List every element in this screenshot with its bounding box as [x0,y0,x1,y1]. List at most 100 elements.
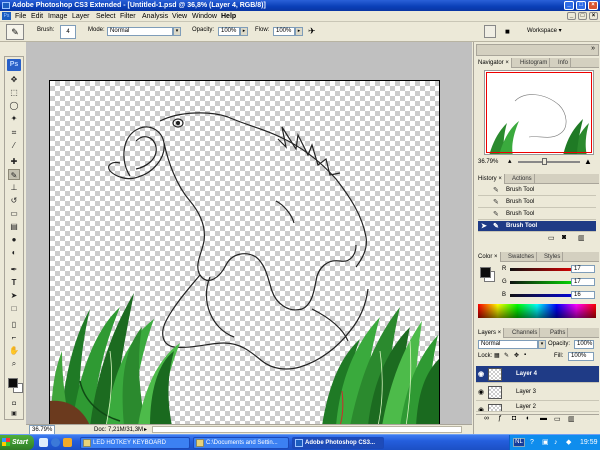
menu-select[interactable]: Select [96,11,115,22]
tab-channels[interactable]: Channels [510,328,541,338]
zoom-tool-icon[interactable]: ⌕ [8,358,20,369]
fill-input[interactable]: 100% [568,352,594,361]
eye-icon[interactable]: ◉ [478,384,486,401]
airbrush-icon[interactable]: ✈ [308,26,316,37]
quicklaunch-desktop-icon[interactable] [39,438,48,447]
type-tool-icon[interactable]: T [8,277,20,288]
bridge-icon[interactable]: ■ [505,25,519,38]
task-button[interactable]: C:\Documents and Settin... [193,437,289,449]
tab-paths[interactable]: Paths [548,328,569,338]
crop-tool-icon[interactable]: ⌗ [8,127,20,138]
color-spectrum-bar[interactable] [478,304,596,318]
zoom-out-icon[interactable]: ▴ [508,157,512,165]
foreground-color-swatch[interactable] [8,378,18,388]
tab-navigator[interactable]: Navigator × [476,58,512,68]
brush-tool-icon[interactable]: ✎ [8,169,20,180]
history-brush-tool-icon[interactable]: ↺ [8,195,20,206]
navigator-zoom-thumb[interactable] [542,158,547,165]
status-menu-arrow-icon[interactable]: ▸ [144,426,147,434]
eraser-tool-icon[interactable]: ▭ [8,208,20,219]
navigator-preview[interactable] [484,70,594,155]
task-button-active[interactable]: Adobe Photoshop CS3... [292,437,384,449]
snapshot-icon[interactable]: ◙ [562,234,566,241]
b-value[interactable]: 16 [571,291,595,299]
navigator-zoom-slider[interactable] [518,161,580,163]
pen-tool-icon[interactable]: ✒ [8,264,20,275]
layer-opacity-input[interactable]: 100% [574,340,594,349]
clock[interactable]: 19:59 [580,435,598,450]
security-tray-icon[interactable]: ◆ [566,435,571,450]
doc-restore-button[interactable]: □ [578,12,587,20]
flow-input[interactable]: 100% [273,27,295,36]
menu-image[interactable]: Image [48,11,67,22]
tab-info[interactable]: Info [556,58,572,68]
menu-help[interactable]: Help [221,11,236,22]
tool-preset-brush-icon[interactable]: ✎ [6,24,24,40]
menu-layer[interactable]: Layer [72,11,90,22]
menu-edit[interactable]: Edit [31,11,43,22]
eye-icon[interactable]: ◉ [478,402,486,411]
screen-mode-icon[interactable]: ▣ [8,409,20,420]
close-button[interactable]: × [588,1,598,10]
tab-swatches[interactable]: Swatches [506,252,538,262]
lasso-tool-icon[interactable]: ◯ [8,100,20,111]
color-fg-swatch[interactable] [480,267,491,278]
layer-row[interactable]: ◉ Layer 3 [476,384,599,401]
layer-style-icon[interactable]: ƒ [498,415,502,422]
delete-layer-icon[interactable]: ▥ [568,415,575,423]
menu-view[interactable]: View [172,11,187,22]
lock-position-icon[interactable]: ✥ [514,352,519,359]
workspace-menu[interactable]: Workspace ▾ [527,27,562,34]
blur-tool-icon[interactable]: ● [8,234,20,245]
network-tray-icon[interactable]: ▣ [542,435,549,450]
minimize-button[interactable]: _ [564,1,574,10]
quicklaunch-ie-icon[interactable] [51,438,60,447]
volume-tray-icon[interactable]: ♪ [554,435,558,450]
marquee-tool-icon[interactable]: ⬚ [8,87,20,98]
eye-icon[interactable]: ◉ [478,366,486,383]
tab-styles[interactable]: Styles [542,252,564,262]
menu-filter[interactable]: Filter [120,11,136,22]
menu-window[interactable]: Window [192,11,217,22]
r-value[interactable]: 17 [571,265,595,273]
navigator-view-box[interactable] [486,72,592,153]
help-tray-icon[interactable]: ? [530,435,534,450]
tab-history[interactable]: History × [476,174,505,184]
healing-brush-tool-icon[interactable]: ✚ [8,156,20,167]
new-group-icon[interactable]: ▬ [540,415,547,422]
layer-row-selected[interactable]: ◉ Layer 4 [476,366,599,383]
history-item[interactable]: ✎ Brush Tool [478,197,596,208]
shape-tool-icon[interactable]: □ [8,303,20,314]
lock-transparency-icon[interactable]: ▦ [494,352,500,359]
task-button[interactable]: LED HOTKEY KEYBOARD [80,437,190,449]
new-document-from-state-icon[interactable]: ▭ [548,234,555,242]
mode-dropdown-icon[interactable]: ▾ [173,27,181,36]
tab-actions[interactable]: Actions [510,174,535,184]
dodge-tool-icon[interactable]: ◐ [8,247,20,258]
mode-select[interactable]: Normal [107,27,173,36]
menu-analysis[interactable]: Analysis [142,11,168,22]
zoom-in-icon[interactable]: ▲ [584,157,592,166]
dock-collapse-icon[interactable]: » [591,45,595,52]
doc-close-button[interactable]: × [589,12,598,20]
trash-icon[interactable]: ▥ [578,234,585,242]
history-item[interactable]: ✎ Brush Tool [478,185,596,196]
flow-slider-arrow-icon[interactable]: ▸ [295,27,303,36]
maximize-button[interactable]: □ [576,1,586,10]
tab-histogram[interactable]: Histogram [518,58,551,68]
document-canvas[interactable] [49,80,440,425]
start-button[interactable]: Start [0,435,34,450]
quicklaunch-media-icon[interactable] [63,438,72,447]
magic-wand-tool-icon[interactable]: ✦ [8,113,20,124]
eyedropper-tool-icon[interactable]: ⌐ [8,332,20,343]
history-item-selected[interactable]: ➤ ✎ Brush Tool [478,221,596,232]
path-selection-tool-icon[interactable]: ➤ [8,290,20,301]
history-item[interactable]: ✎ Brush Tool [478,209,596,220]
navigator-zoom-field[interactable]: 36.79% [478,159,498,165]
lock-all-icon[interactable]: ▪ [524,352,526,358]
gradient-tool-icon[interactable]: ▤ [8,221,20,232]
new-layer-icon[interactable]: ▭ [554,415,561,423]
language-indicator[interactable]: NL [513,438,525,447]
horizontal-scrollbar[interactable] [152,426,462,433]
move-tool-icon[interactable]: ✥ [8,74,20,85]
